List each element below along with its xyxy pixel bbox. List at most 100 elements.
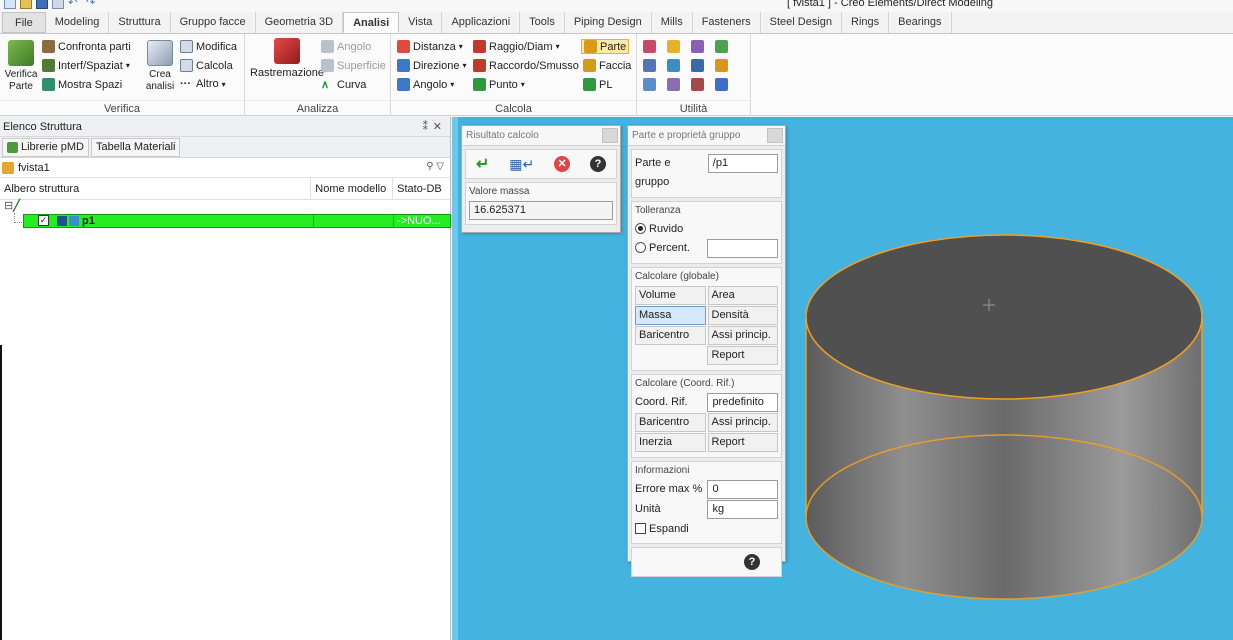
mostra-spazi-button[interactable]: Mostra Spazi bbox=[42, 78, 122, 91]
binoculars-icon[interactable]: ⚲ bbox=[426, 161, 433, 172]
table-enter-icon[interactable]: ▦↵ bbox=[509, 156, 534, 173]
utility-2-icon[interactable] bbox=[667, 40, 680, 53]
part-field[interactable]: /p1 bbox=[707, 154, 778, 173]
parte-button[interactable]: Parte bbox=[581, 39, 630, 54]
max-error-field[interactable]: 0 bbox=[707, 480, 778, 499]
tab-bearings[interactable]: Bearings bbox=[889, 12, 952, 33]
new-file-icon[interactable] bbox=[4, 0, 16, 9]
report-coord-button[interactable]: Report bbox=[707, 433, 778, 452]
coord-row-2: Baricentro Assi princip. bbox=[635, 413, 778, 432]
tab-tools[interactable]: Tools bbox=[520, 12, 565, 33]
volume-button[interactable]: Volume bbox=[635, 286, 706, 305]
report-button[interactable]: Report bbox=[707, 346, 778, 365]
tab-geometria-3d[interactable]: Geometria 3D bbox=[256, 12, 344, 33]
area-button[interactable]: Area bbox=[707, 286, 778, 305]
superficie-button[interactable]: Superficie bbox=[321, 59, 386, 72]
tab-struttura[interactable]: Struttura bbox=[109, 12, 171, 33]
modifica-button[interactable]: Modifica bbox=[180, 40, 237, 53]
tab-mills[interactable]: Mills bbox=[652, 12, 693, 33]
close-button[interactable] bbox=[602, 128, 618, 143]
faccia-button[interactable]: Faccia bbox=[583, 59, 631, 72]
rough-radio[interactable] bbox=[635, 223, 646, 234]
angolo-analizza-button[interactable]: Angolo bbox=[321, 40, 371, 53]
save-icon[interactable] bbox=[36, 0, 48, 9]
mass-button[interactable]: Massa bbox=[635, 306, 706, 325]
utility-10-icon[interactable] bbox=[667, 78, 680, 91]
expand-option[interactable]: Espandi bbox=[635, 520, 778, 539]
cancel-icon[interactable]: ✕ bbox=[554, 156, 571, 172]
verifica-parte-button[interactable]: Verifica Parte bbox=[4, 40, 38, 93]
filter-icon[interactable]: ▽ bbox=[436, 161, 444, 172]
redo-icon[interactable]: ↷ bbox=[86, 0, 100, 9]
interf-spaziat-button[interactable]: Interf/Spaziat ▾ bbox=[42, 59, 130, 72]
tab-modeling[interactable]: Modeling bbox=[46, 12, 110, 33]
utility-9-icon[interactable] bbox=[643, 78, 656, 91]
help-icon[interactable]: ? bbox=[590, 156, 607, 172]
tab-piping-design[interactable]: Piping Design bbox=[565, 12, 652, 33]
open-folder-icon[interactable] bbox=[20, 0, 32, 9]
tab-tabella-materiali[interactable]: Tabella Materiali bbox=[90, 137, 181, 157]
visibility-checkbox[interactable]: ✓ bbox=[38, 215, 49, 226]
inertia-button[interactable]: Inerzia bbox=[635, 433, 706, 452]
rastremazione-button[interactable]: Rastremazione bbox=[250, 38, 324, 79]
tab-vista[interactable]: Vista bbox=[399, 12, 443, 33]
undo-icon[interactable]: ↶ bbox=[68, 0, 82, 9]
tree-item-p1[interactable]: ✓ p1 ->NUO... bbox=[23, 214, 451, 228]
utility-11-icon[interactable] bbox=[691, 78, 704, 91]
percent-field[interactable] bbox=[707, 239, 778, 258]
utility-12-icon[interactable] bbox=[715, 78, 728, 91]
utility-8-icon[interactable] bbox=[715, 59, 728, 72]
tab-steel-design[interactable]: Steel Design bbox=[761, 12, 842, 33]
utility-7-icon[interactable] bbox=[691, 59, 704, 72]
rough-option[interactable]: Ruvido bbox=[635, 220, 778, 239]
tab-applicazioni[interactable]: Applicazioni bbox=[442, 12, 521, 33]
percent-option[interactable]: Percent. bbox=[635, 239, 705, 258]
centroid-coord-button[interactable]: Baricentro bbox=[635, 413, 706, 432]
utility-6-icon[interactable] bbox=[667, 59, 680, 72]
close-icon[interactable]: ✕ bbox=[433, 117, 442, 137]
utility-4-icon[interactable] bbox=[715, 40, 728, 53]
tab-rings[interactable]: Rings bbox=[842, 12, 890, 33]
mass-value-field[interactable]: 16.625371 bbox=[469, 201, 613, 220]
tree-root-node[interactable]: ⊟╱ bbox=[4, 199, 20, 213]
ok-enter-icon[interactable]: ↵ bbox=[476, 154, 489, 174]
tab-librerie-pmd[interactable]: Librerie pMD bbox=[2, 137, 89, 157]
confronta-parti-button[interactable]: Confronta parti bbox=[42, 40, 131, 53]
altro-button[interactable]: ··· Altro ▾ bbox=[180, 78, 226, 90]
tab-gruppo-facce[interactable]: Gruppo facce bbox=[171, 12, 256, 33]
close-button[interactable] bbox=[767, 128, 783, 143]
expand-checkbox[interactable] bbox=[635, 523, 646, 534]
percent-radio[interactable] bbox=[635, 242, 646, 253]
pl-button[interactable]: PL bbox=[583, 78, 612, 91]
column-nome-modello[interactable]: Nome modello bbox=[311, 178, 394, 199]
column-albero-struttura[interactable]: Albero struttura bbox=[0, 178, 312, 199]
utility-3-icon[interactable] bbox=[691, 40, 704, 53]
principal-axes-coord-button[interactable]: Assi princip. bbox=[707, 413, 778, 432]
utility-1-icon[interactable] bbox=[643, 40, 656, 53]
punto-button[interactable]: Punto ▾ bbox=[473, 78, 525, 91]
print-preview-icon[interactable] bbox=[52, 0, 64, 9]
mass-value-section: Valore massa 16.625371 bbox=[465, 182, 617, 225]
calcola-button[interactable]: Calcola bbox=[180, 59, 233, 72]
tree-item-status: ->NUO... bbox=[397, 215, 441, 227]
pin-icon[interactable]: ⁑ bbox=[423, 117, 429, 137]
tab-analisi[interactable]: Analisi bbox=[343, 12, 400, 33]
coord-ref-field[interactable]: predefinito bbox=[707, 393, 778, 412]
verifica-parte-label: Verifica Parte bbox=[4, 69, 38, 92]
angolo-calcola-button[interactable]: Angolo ▾ bbox=[397, 78, 454, 91]
raggio-diam-button[interactable]: Raggio/Diam ▾ bbox=[473, 40, 560, 53]
units-field[interactable]: kg bbox=[707, 500, 778, 519]
crea-analisi-button[interactable]: Crea analisi bbox=[143, 40, 177, 93]
help-icon[interactable]: ? bbox=[744, 554, 760, 570]
distanza-button[interactable]: Distanza ▾ bbox=[397, 40, 463, 53]
principal-axes-button[interactable]: Assi princip. bbox=[707, 326, 778, 345]
density-button[interactable]: Densità bbox=[707, 306, 778, 325]
column-stato-db[interactable]: Stato-DB bbox=[393, 178, 450, 199]
centroid-button[interactable]: Baricentro bbox=[635, 326, 706, 345]
direzione-button[interactable]: Direzione ▾ bbox=[397, 59, 466, 72]
tab-file[interactable]: File bbox=[2, 12, 46, 33]
raccordo-smusso-button[interactable]: Raccordo/Smusso bbox=[473, 59, 579, 72]
curva-button[interactable]: ∧ Curva bbox=[321, 78, 366, 92]
utility-5-icon[interactable] bbox=[643, 59, 656, 72]
tab-fasteners[interactable]: Fasteners bbox=[693, 12, 761, 33]
